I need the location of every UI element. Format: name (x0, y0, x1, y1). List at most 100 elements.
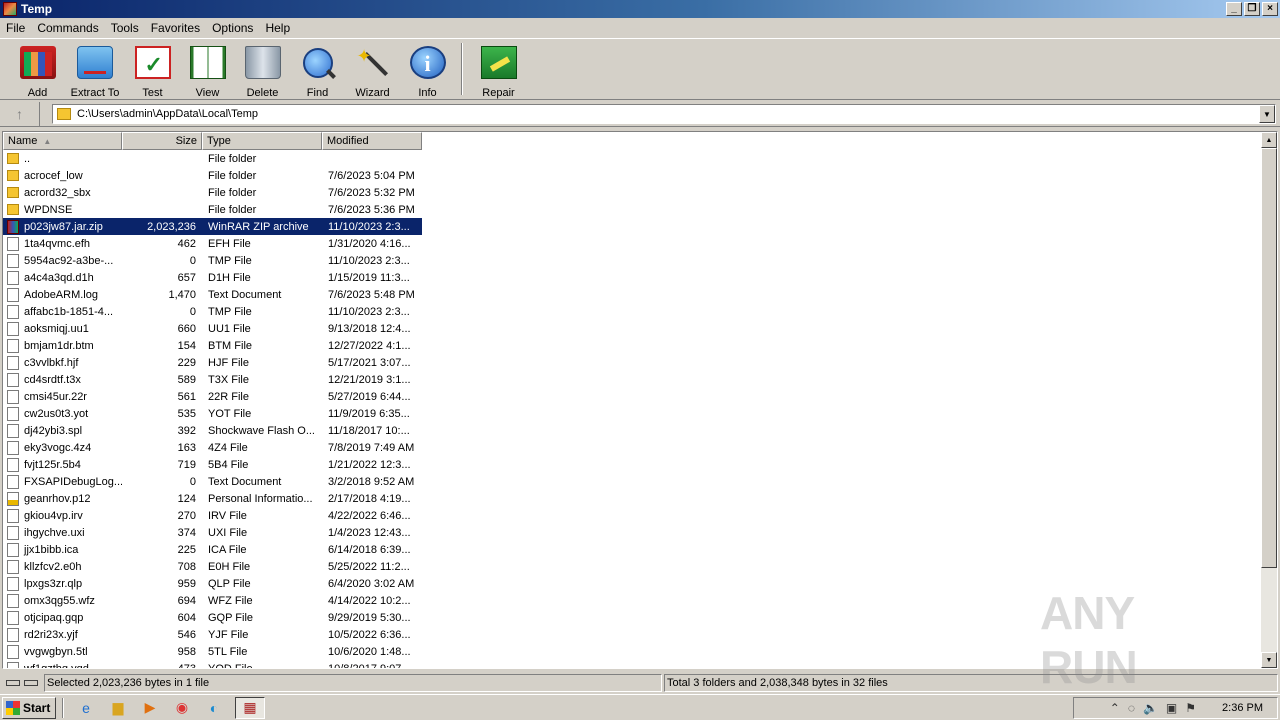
close-button[interactable]: × (1262, 2, 1278, 16)
file-row[interactable]: ihgychve.uxi 374 UXI File 1/4/2023 12:43... (3, 524, 422, 541)
title-bar[interactable]: Temp _ ❐ × (0, 0, 1280, 18)
file-row[interactable]: 5954ac92-a3be-... 0 TMP File 11/10/2023 2:3… (3, 252, 422, 269)
start-button[interactable]: Start (2, 696, 56, 719)
file-row[interactable]: omx3qg55.wfz 694 WFZ File 4/14/2022 10:2... (3, 592, 422, 609)
file-modified: 1/31/2020 4:16... (328, 237, 411, 250)
column-header-size[interactable]: Size (122, 132, 202, 150)
vertical-scrollbar[interactable]: ▲ ▼ (1261, 132, 1277, 668)
file-row[interactable]: aoksmiqj.uu1 660 UU1 File 9/13/2018 12:4... (3, 320, 422, 337)
file-row[interactable]: geanrhov.p12 124 Personal Informatio... 2/1… (3, 490, 422, 507)
test-button[interactable]: Test (125, 39, 180, 99)
explorer-icon[interactable]: ▆ (107, 697, 129, 719)
file-row[interactable]: eky3vogc.4z4 163 4Z4 File 7/8/2019 7:49 AM (3, 439, 422, 456)
restore-button[interactable]: ❐ (1244, 2, 1260, 16)
file-row[interactable]: wf1gzthq.yqd 473 YQD File 10/8/2017 9:07... (3, 660, 422, 668)
column-header-name[interactable]: Name ▲ (3, 132, 122, 150)
menu-tools[interactable]: Tools (105, 21, 145, 35)
file-name-cell: lpxgs3zr.qlp (3, 576, 122, 591)
file-type: UU1 File (208, 322, 251, 335)
file-name-cell: 1ta4qvmc.efh (3, 236, 122, 251)
scroll-down-button[interactable]: ▼ (1261, 652, 1277, 668)
file-row[interactable]: acrocef_low File folder 7/6/2023 5:04 PM (3, 167, 422, 184)
file-row[interactable]: WPDNSE File folder 7/6/2023 5:36 PM (3, 201, 422, 218)
menu-favorites[interactable]: Favorites (145, 21, 206, 35)
column-type-label: Type (207, 135, 231, 147)
column-header-modified[interactable]: Modified (322, 132, 422, 150)
toolbar: Add Extract To Test View Delete Find Wiz… (0, 38, 1280, 100)
scroll-thumb[interactable] (1261, 148, 1277, 568)
clock[interactable]: 2:36 PM (1222, 702, 1263, 714)
ie-icon[interactable]: e (75, 697, 97, 719)
extract-icon (77, 46, 113, 79)
minimize-button[interactable]: _ (1226, 2, 1242, 16)
menu-commands[interactable]: Commands (31, 21, 104, 35)
extract-to-button[interactable]: Extract To (65, 39, 125, 99)
path-dropdown-button[interactable]: ▼ (1259, 105, 1275, 123)
tray-expand-icon[interactable]: ⌃ (1110, 701, 1120, 715)
file-name-cell: WPDNSE (3, 204, 122, 216)
test-icon (134, 46, 171, 79)
column-header-type[interactable]: Type (202, 132, 322, 150)
file-row[interactable]: a4c4a3qd.d1h 657 D1H File 1/15/2019 11:3... (3, 269, 422, 286)
file-row[interactable]: fvjt125r.5b4 719 5B4 File 1/21/2022 12:3... (3, 456, 422, 473)
file-row[interactable]: affabc1b-1851-4... 0 TMP File 11/10/2023 2:… (3, 303, 422, 320)
repair-button[interactable]: Repair (471, 39, 526, 99)
file-modified: 5/25/2022 11:2... (328, 560, 410, 573)
file-row[interactable]: acrord32_sbx File folder 7/6/2023 5:32 PM (3, 184, 422, 201)
file-row[interactable]: cd4srdtf.t3x 589 T3X File 12/21/2019 3:1... (3, 371, 422, 388)
scroll-up-button[interactable]: ▲ (1261, 132, 1277, 148)
file-row[interactable]: gkiou4vp.irv 270 IRV File 4/22/2022 6:46... (3, 507, 422, 524)
wizard-button[interactable]: Wizard (345, 39, 400, 99)
file-row[interactable]: cw2us0t3.yot 535 YOT File 11/9/2019 6:35... (3, 405, 422, 422)
menu-help[interactable]: Help (259, 21, 296, 35)
file-modified: 9/29/2019 5:30... (328, 611, 411, 624)
file-size: 546 (177, 628, 196, 641)
file-row[interactable]: bmjam1dr.btm 154 BTM File 12/27/2022 4:1... (3, 337, 422, 354)
file-row[interactable]: c3vvlbkf.hjf 229 HJF File 5/17/2021 3:07... (3, 354, 422, 371)
file-row[interactable]: 1ta4qvmc.efh 462 EFH File 1/31/2020 4:16... (3, 235, 422, 252)
file-type: BTM File (208, 339, 252, 352)
winrar-icon[interactable]: ▦ (235, 696, 265, 719)
file-row[interactable]: kllzfcv2.e0h 708 E0H File 5/25/2022 11:2... (3, 558, 422, 575)
file-row[interactable]: dj42ybi3.spl 392 Shockwave Flash O... 11/18… (3, 422, 422, 439)
file-icon (7, 644, 19, 659)
menu-file[interactable]: File (0, 21, 31, 35)
file-row[interactable]: vvgwgbyn.5tl 958 5TL File 10/6/2020 1:48... (3, 643, 422, 660)
key-icon (24, 680, 38, 686)
tray-app-icon[interactable]: ◌ (1128, 701, 1135, 715)
file-row[interactable]: lpxgs3zr.qlp 959 QLP File 6/4/2020 3:02 AM (3, 575, 422, 592)
file-type: WinRAR ZIP archive (208, 220, 309, 233)
chrome-icon[interactable]: ◉ (171, 697, 193, 719)
file-type: TMP File (208, 305, 252, 318)
file-row[interactable]: jjx1bibb.ica 225 ICA File 6/14/2018 6:39... (3, 541, 422, 558)
volume-icon[interactable]: 🔈 (1143, 701, 1158, 715)
path-text[interactable]: C:\Users\admin\AppData\Local\Temp (77, 108, 1259, 120)
file-row[interactable]: otjcipaq.gqp 604 GQP File 9/29/2019 5:30... (3, 609, 422, 626)
file-icon (7, 372, 19, 387)
view-button[interactable]: View (180, 39, 235, 99)
file-icon (7, 338, 19, 353)
file-name-cell: wf1gzthq.yqd (3, 661, 122, 668)
find-label: Find (306, 87, 329, 99)
menu-options[interactable]: Options (206, 21, 259, 35)
edge-icon[interactable]: ◐ (203, 697, 225, 719)
path-combobox[interactable]: C:\Users\admin\AppData\Local\Temp ▼ (52, 104, 1276, 124)
up-folder-button[interactable]: ↑ (0, 101, 40, 126)
file-row[interactable]: rd2ri23x.yjf 546 YJF File 10/5/2022 6:36... (3, 626, 422, 643)
file-row[interactable]: FXSAPIDebugLog... 0 Text Document 3/2/2018 … (3, 473, 422, 490)
media-player-icon[interactable]: ▶ (139, 697, 161, 719)
file-type: T3X File (208, 373, 249, 386)
delete-button[interactable]: Delete (235, 39, 290, 99)
file-name-cell: cd4srdtf.t3x (3, 372, 122, 387)
info-button[interactable]: Info (400, 39, 455, 99)
network-icon[interactable]: ▣ (1166, 701, 1177, 715)
file-name-cell: acrord32_sbx (3, 187, 122, 199)
action-center-flag-icon[interactable]: ⚑ (1185, 701, 1196, 715)
file-row[interactable]: p023jw87.jar.zip 2,023,236 WinRAR ZIP arch… (3, 218, 422, 235)
add-button[interactable]: Add (10, 39, 65, 99)
file-row[interactable]: cmsi45ur.22r 561 22R File 5/27/2019 6:44... (3, 388, 422, 405)
file-row[interactable]: .. File folder (3, 150, 422, 167)
find-button[interactable]: Find (290, 39, 345, 99)
file-row[interactable]: AdobeARM.log 1,470 Text Document 7/6/2023 5… (3, 286, 422, 303)
winrar-app-icon[interactable] (3, 2, 17, 16)
